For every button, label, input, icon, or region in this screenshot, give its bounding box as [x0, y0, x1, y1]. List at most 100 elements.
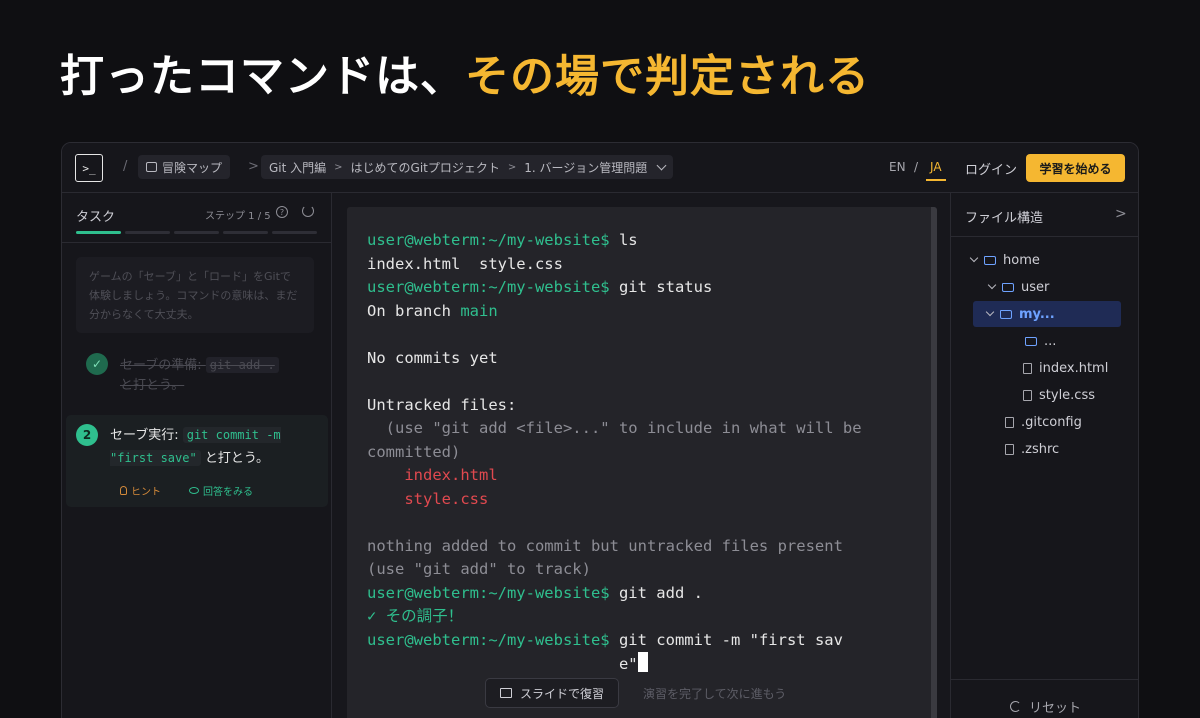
tree-file[interactable]: .zshrc: [1005, 436, 1059, 462]
terminal-text: On branch: [367, 301, 461, 320]
tree-folder[interactable]: my...: [973, 301, 1121, 327]
chevron-down-icon[interactable]: [969, 253, 979, 263]
login-link[interactable]: ログイン: [965, 159, 1017, 178]
page-headline: 打ったコマンドは、その場で判定される: [60, 40, 870, 104]
tree-file[interactable]: index.html: [1023, 355, 1108, 381]
file-icon: [1005, 443, 1014, 455]
task-panel: タスク ステップ 1 / 5 ? ゲームの「セーブ」と「ロード」をGitで体験し…: [62, 193, 332, 718]
chevron-down-icon[interactable]: [985, 307, 995, 317]
help-icon[interactable]: ?: [276, 206, 288, 218]
file-icon: [1023, 362, 1032, 374]
step-number-badge: 2: [76, 424, 98, 446]
tree-folder[interactable]: ...: [1025, 328, 1056, 354]
terminal-text: ls: [609, 231, 638, 249]
tree-node-label: my...: [1019, 306, 1055, 322]
task-title: タスク: [76, 210, 116, 225]
progress-segment: [76, 231, 121, 234]
hint-label: ヒント: [131, 487, 161, 498]
terminal-line: user@webterm:~/my-website$ git commit -m…: [367, 629, 912, 653]
file-icon: [1005, 416, 1014, 428]
terminal-text: git status: [609, 278, 713, 296]
chevron-right-icon: >: [334, 161, 343, 173]
terminal[interactable]: user@webterm:~/my-website$ ls index.html …: [347, 207, 937, 718]
terminal-line: user@webterm:~/my-website$ git status: [367, 276, 912, 300]
breadcrumb-lesson[interactable]: 1. バージョン管理問題: [524, 159, 647, 176]
tree-node-label: .zshrc: [1021, 441, 1060, 457]
file-icon: [1023, 389, 1032, 401]
step-1-code: git add .: [205, 357, 279, 373]
terminal-prompt: user@webterm:~/my-website$: [367, 278, 610, 296]
breadcrumb-separator: /: [123, 159, 128, 174]
terminal-line: user@webterm:~/my-website$ ls: [367, 229, 912, 253]
step-1-prefix: セーブの準備:: [120, 358, 206, 373]
folder-icon: [1000, 309, 1012, 319]
terminal-text: git add .: [609, 583, 703, 602]
start-learning-button[interactable]: 学習を始める: [1026, 154, 1125, 182]
hint-button[interactable]: ヒント: [120, 483, 161, 498]
terminal-scrollbar[interactable]: [931, 207, 937, 718]
step-2-suffix: と打とう。: [200, 451, 270, 466]
file-panel-header: ファイル構造 >: [951, 193, 1138, 237]
slide-review-label: スライドで復習: [520, 686, 605, 701]
show-answer-button[interactable]: 回答をみる: [189, 483, 253, 498]
top-bar: >_ / 冒険マップ > Git 入門編 > はじめてのGitプロジェクト > …: [62, 143, 1138, 193]
chevron-down-icon[interactable]: [987, 280, 997, 290]
terminal-success-text: ✓ その調子！: [367, 607, 464, 625]
terminal-text: git commit -m "first sav: [609, 630, 843, 649]
language-en[interactable]: EN: [889, 160, 906, 174]
tree-folder[interactable]: home: [969, 247, 1040, 273]
step-counter: ステップ 1 / 5: [205, 211, 271, 222]
folder-icon: [984, 255, 996, 265]
terminal-success-text: main: [460, 301, 498, 320]
tree-node-label: style.css: [1039, 387, 1095, 403]
terminal-untracked-file: index.html: [367, 466, 498, 484]
terminal-line: No commits yet: [367, 347, 912, 371]
tree-node-label: ...: [1044, 333, 1057, 349]
terminal-text: index.html style.css: [367, 254, 563, 273]
tree-file[interactable]: style.css: [1023, 382, 1095, 408]
progress-segment: [174, 231, 219, 234]
step-actions: ヒント 回答をみる: [120, 483, 253, 498]
adventure-map-button[interactable]: 冒険マップ: [138, 155, 231, 179]
file-panel-title: ファイル構造: [965, 211, 1044, 226]
show-answer-label: 回答をみる: [203, 487, 253, 498]
headline-accent: その場で判定される: [465, 51, 870, 102]
eye-icon: [189, 487, 199, 494]
terminal-text: e": [367, 655, 638, 673]
tree-file[interactable]: .gitconfig: [1005, 409, 1082, 435]
terminal-hint-text: committed): [367, 442, 461, 461]
language-ja[interactable]: JA: [926, 160, 946, 181]
reset-icon: [1009, 701, 1021, 712]
terminal-line: committed): [367, 441, 912, 465]
step-1-suffix: と打とう。: [120, 378, 185, 393]
breadcrumb-course[interactable]: Git 入門編: [269, 159, 326, 176]
reset-button[interactable]: リセット: [951, 679, 1138, 718]
divider: [62, 242, 331, 243]
terminal-line: (use "git add" to track): [367, 558, 912, 582]
terminal-line: ✓ その調子！: [367, 605, 912, 629]
terminal-hint-text: nothing added to commit but untracked fi…: [367, 536, 843, 555]
tree-folder[interactable]: user: [987, 274, 1049, 300]
headline-white: 打ったコマンドは、: [60, 51, 465, 102]
terminal-cursor: [637, 652, 648, 672]
tree-node-label: home: [1003, 252, 1040, 268]
terminal-line: user@webterm:~/my-website$ git add .: [367, 582, 912, 606]
collapse-chevron-icon[interactable]: >: [1115, 206, 1127, 222]
slide-review-button[interactable]: スライドで復習: [485, 678, 620, 708]
step-progress-bar: [76, 231, 317, 234]
reset-label: リセット: [1028, 701, 1081, 716]
task-step-2: 2 セーブ実行: git commit -m "first save" と打とう…: [66, 415, 328, 507]
breadcrumb-project[interactable]: はじめてのGitプロジェクト: [351, 159, 500, 176]
reload-icon[interactable]: [302, 205, 314, 217]
terminal-logo-icon[interactable]: >_: [75, 154, 103, 182]
terminal-prompt: user@webterm:~/my-website$: [367, 583, 610, 602]
terminal-line: Untracked files:: [367, 394, 912, 418]
terminal-prompt: user@webterm:~/my-website$: [367, 630, 610, 649]
terminal-line: nothing added to commit but untracked fi…: [367, 535, 912, 559]
chevron-down-icon[interactable]: [656, 160, 667, 170]
terminal-line: e": [367, 652, 912, 676]
tree-node-label: .gitconfig: [1021, 414, 1082, 430]
